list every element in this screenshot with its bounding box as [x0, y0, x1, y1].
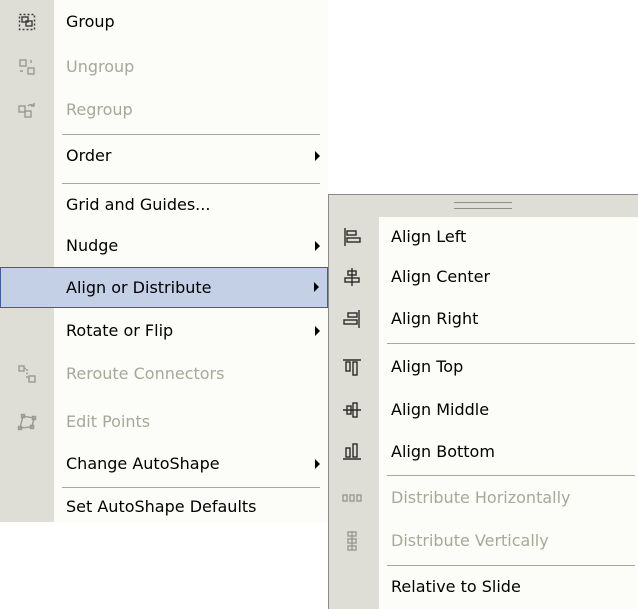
- align-right-icon: [342, 309, 362, 329]
- edit-points-icon: [17, 412, 37, 432]
- menu-item-align-middle[interactable]: Align Middle: [329, 390, 638, 430]
- align-bottom-icon: [342, 442, 362, 462]
- menu-item-reroute-connectors[interactable]: Reroute Connectors: [0, 354, 328, 394]
- submenu-arrow-icon: [314, 282, 319, 292]
- menu-separator: [387, 565, 635, 566]
- menu-item-distribute-vertically[interactable]: Distribute Vertically: [329, 521, 638, 561]
- menu-separator: [62, 134, 320, 135]
- menu-item-relative-to-slide[interactable]: Relative to Slide: [329, 567, 638, 607]
- menu-item-align-bottom[interactable]: Align Bottom: [329, 432, 638, 472]
- align-left-icon: [342, 227, 362, 247]
- submenu-arrow-icon: [315, 241, 320, 251]
- align-middle-icon: [342, 400, 362, 420]
- menu-item-edit-points[interactable]: Edit Points: [0, 402, 328, 442]
- menu-item-align-left[interactable]: Align Left: [329, 217, 638, 257]
- submenu-arrow-icon: [315, 326, 320, 336]
- menu-item-regroup[interactable]: Regroup: [0, 90, 328, 130]
- distribute-horizontally-icon: [342, 488, 362, 508]
- menu-item-ungroup[interactable]: Ungroup: [0, 47, 328, 87]
- menu-item-order[interactable]: Order: [0, 136, 328, 176]
- context-menu: Group Ungroup Regroup Order Grid and Gui…: [0, 0, 328, 522]
- submenu-arrow-icon: [315, 459, 320, 469]
- align-distribute-submenu: Align Left Align Center Align Right Alig…: [328, 194, 638, 609]
- menu-item-align-top[interactable]: Align Top: [329, 347, 638, 387]
- menu-separator: [62, 183, 320, 184]
- distribute-vertically-icon: [342, 531, 362, 551]
- menu-item-change-autoshape[interactable]: Change AutoShape: [0, 444, 328, 484]
- menu-item-align-or-distribute[interactable]: Align or Distribute: [0, 267, 328, 308]
- grip-icon: [454, 202, 512, 209]
- menu-item-align-center[interactable]: Align Center: [329, 257, 638, 297]
- align-center-icon: [342, 267, 362, 287]
- menu-item-distribute-horizontally[interactable]: Distribute Horizontally: [329, 478, 638, 518]
- menu-item-group[interactable]: Group: [0, 2, 328, 42]
- group-icon: [17, 12, 37, 32]
- menu-item-set-autoshape-defaults[interactable]: Set AutoShape Defaults: [0, 488, 328, 522]
- menu-separator: [387, 475, 635, 476]
- reroute-connectors-icon: [17, 364, 37, 384]
- tear-off-handle[interactable]: [329, 195, 638, 217]
- submenu-arrow-icon: [315, 151, 320, 161]
- ungroup-icon: [17, 57, 37, 77]
- regroup-icon: [17, 100, 37, 120]
- menu-separator: [387, 343, 635, 344]
- menu-item-nudge[interactable]: Nudge: [0, 226, 328, 266]
- align-top-icon: [342, 357, 362, 377]
- menu-item-align-right[interactable]: Align Right: [329, 299, 638, 339]
- menu-item-grid-and-guides[interactable]: Grid and Guides...: [0, 185, 328, 225]
- menu-item-rotate-or-flip[interactable]: Rotate or Flip: [0, 311, 328, 351]
